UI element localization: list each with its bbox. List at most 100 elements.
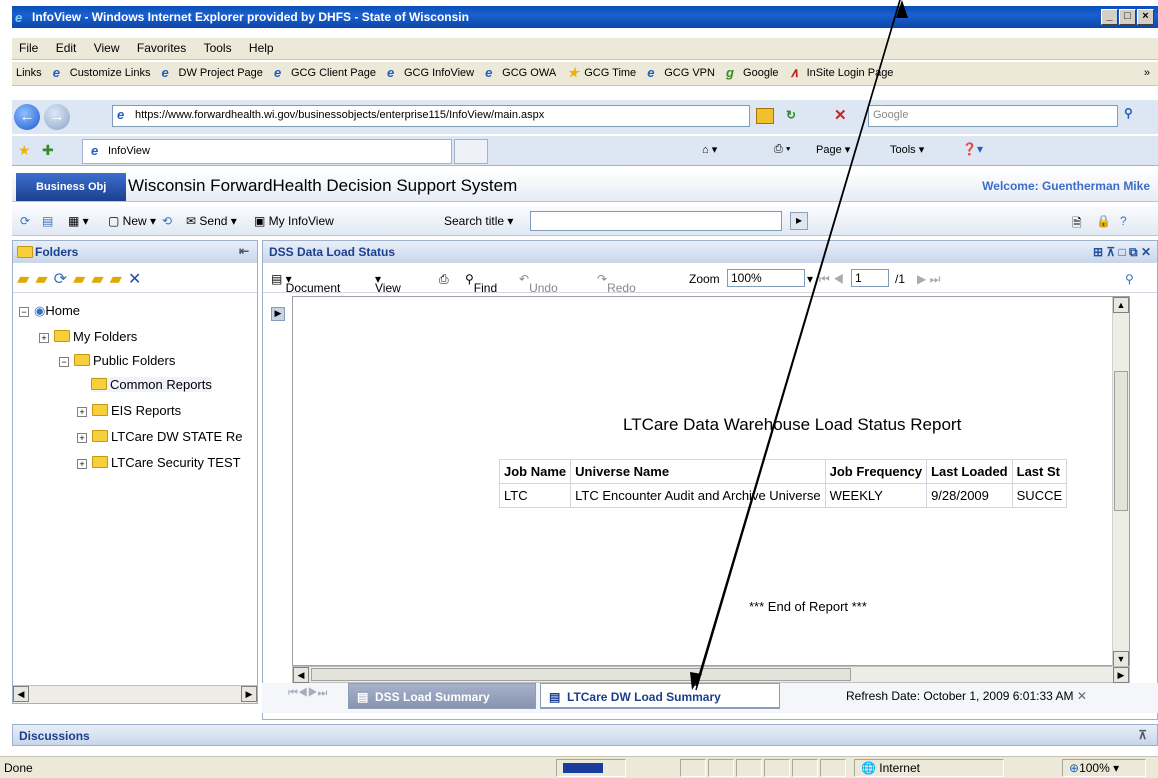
refresh-icon[interactable]: ⟳ — [20, 214, 30, 228]
document-menu[interactable]: ▤ Document ▾ — [271, 272, 340, 295]
link-gcg-time[interactable]: ★ GCG Time — [563, 62, 640, 85]
details-view-icon[interactable]: ▦ ▾ — [68, 214, 89, 228]
open-folder-icon[interactable]: ▰ — [35, 271, 53, 288]
search-icon[interactable]: ⚲ — [1125, 272, 1134, 286]
expand-icon[interactable]: + — [77, 407, 87, 417]
link-gcg-vpn[interactable]: e GCG VPN — [643, 62, 719, 85]
menu-favorites[interactable]: Favorites — [130, 38, 193, 58]
collapse-panel-icon[interactable]: ⇤ — [239, 244, 249, 258]
list-view-icon[interactable]: ▤ — [42, 214, 53, 228]
window-controls-icon[interactable]: ⊞ ⊼ □ ⧉ ✕ — [1093, 245, 1151, 260]
view-menu[interactable]: View ▾ — [375, 272, 401, 295]
folders-hscrollbar[interactable]: ◀ ▶ — [13, 685, 257, 703]
scroll-thumb[interactable] — [1114, 371, 1128, 511]
undo-button[interactable]: ↶ Undo — [519, 272, 558, 295]
link-gcg-infoview[interactable]: e GCG InfoView — [383, 62, 478, 85]
redo-button[interactable]: ↷ Redo — [597, 272, 636, 295]
page-menu[interactable]: Page ▾ — [816, 143, 850, 156]
link-customize[interactable]: e Customize Links — [49, 62, 155, 85]
refresh-folder-icon[interactable]: ⟳ — [54, 271, 73, 288]
forward-button[interactable]: → — [44, 104, 70, 130]
scroll-up-icon[interactable]: ▲ — [1113, 297, 1129, 313]
link-gcg-owa[interactable]: e GCG OWA — [481, 62, 560, 85]
url-field[interactable]: e https://www.forwardhealth.wi.gov/busine… — [112, 105, 750, 127]
help-icon[interactable]: ❓▾ — [962, 142, 983, 156]
zoom-indicator[interactable]: ⊕100% ▾ — [1062, 759, 1146, 777]
print-icon[interactable]: ⎙ ▾ — [774, 143, 790, 156]
expand-icon[interactable]: + — [77, 459, 87, 469]
tree-item-ltcare-dw-state[interactable]: + LTCare DW STATE Re — [77, 429, 242, 444]
scroll-down-icon[interactable]: ▼ — [1113, 651, 1129, 667]
expand-icon[interactable]: + — [39, 333, 49, 343]
refresh-icon[interactable]: ↻ — [786, 108, 796, 122]
first-page-icon[interactable]: ⏮ ◀ — [819, 272, 844, 287]
scroll-thumb[interactable] — [311, 668, 851, 681]
tab-infoview[interactable]: e InfoView — [82, 139, 452, 164]
discussions-bar[interactable]: Discussions ⊼ — [12, 724, 1158, 746]
tree-item-public-folders[interactable]: − Public Folders — [59, 353, 175, 368]
tab-nav-icon[interactable]: ⏮◀▶⏭ — [288, 687, 327, 700]
collapse-icon[interactable]: − — [19, 307, 29, 317]
new-button[interactable]: ▢ New ▾ — [108, 214, 156, 228]
delete-icon[interactable]: ✕ — [128, 271, 147, 288]
menu-view[interactable]: View — [87, 38, 127, 58]
close-icon[interactable]: ✕ — [1077, 689, 1087, 703]
report-vscrollbar[interactable]: ▲ ▼ — [1112, 297, 1129, 667]
expand-panel-icon[interactable]: ⊼ — [1138, 728, 1147, 742]
copy-folder-icon[interactable]: ▰ — [91, 271, 109, 288]
link-dw-project[interactable]: e DW Project Page — [158, 62, 267, 85]
print-icon[interactable]: ⎙ — [439, 272, 449, 287]
preferences-icon[interactable]: 🗎 — [1072, 214, 1082, 235]
search-icon[interactable]: ⚲ — [1124, 106, 1133, 120]
menu-edit[interactable]: Edit — [49, 38, 84, 58]
favorites-star-icon[interactable]: ★ — [18, 142, 31, 159]
zoom-select[interactable]: 100% — [727, 269, 805, 287]
zoom-dropdown-icon[interactable]: ▾ — [807, 272, 813, 286]
navigation-map-icon[interactable]: ▶ — [271, 307, 285, 321]
last-page-icon[interactable]: ▶ ⏭ — [917, 272, 940, 287]
tree-item-home[interactable]: − ◉Home — [19, 303, 80, 319]
expand-icon[interactable]: + — [77, 433, 87, 443]
tree-item-eis-reports[interactable]: + EIS Reports — [77, 403, 181, 418]
sync-icon[interactable]: ⟲ — [162, 214, 172, 228]
tree-item-my-folders[interactable]: + My Folders — [39, 329, 137, 344]
find-button[interactable]: ⚲ Find — [465, 272, 497, 295]
scroll-left-icon[interactable]: ◀ — [13, 686, 29, 702]
tab-ltcare-dw-load-summary[interactable]: ▤ LTCare DW Load Summary — [540, 683, 780, 709]
page-number-input[interactable]: 1 — [851, 269, 889, 287]
tools-menu[interactable]: Tools ▾ — [890, 143, 924, 156]
link-insite[interactable]: ∧ InSite Login Page — [786, 62, 898, 85]
stop-icon[interactable]: ✕ — [834, 106, 847, 124]
scroll-left-icon[interactable]: ◀ — [293, 667, 309, 683]
search-go-button[interactable]: ▸ — [790, 212, 808, 230]
search-title-dropdown[interactable]: Search title ▾ — [444, 214, 513, 228]
tree-item-common-reports[interactable]: Common Reports — [91, 377, 212, 392]
home-icon[interactable]: ⌂ ▾ — [702, 143, 717, 156]
collapse-icon[interactable]: − — [59, 357, 69, 367]
scroll-right-icon[interactable]: ▶ — [1113, 667, 1129, 683]
help-icon[interactable]: ? — [1120, 214, 1127, 228]
menu-tools[interactable]: Tools — [197, 38, 239, 58]
minimize-button[interactable]: _ — [1101, 9, 1118, 25]
new-folder-icon[interactable]: ▰ — [17, 271, 35, 288]
link-google[interactable]: g Google — [722, 62, 782, 85]
menu-help[interactable]: Help — [242, 38, 281, 58]
report-hscrollbar[interactable]: ◀ ▶ — [292, 666, 1130, 683]
scroll-right-icon[interactable]: ▶ — [241, 686, 257, 702]
link-gcg-client[interactable]: e GCG Client Page — [270, 62, 380, 85]
search-title-input[interactable] — [530, 211, 782, 231]
links-overflow-icon[interactable]: » — [1140, 62, 1154, 84]
menu-file[interactable]: File — [12, 38, 45, 58]
move-folder-icon[interactable]: ▰ — [110, 271, 128, 288]
tab-dss-load-summary[interactable]: ▤ DSS Load Summary — [348, 683, 536, 709]
new-tab-button[interactable] — [454, 139, 488, 164]
properties-icon[interactable]: ▰ — [73, 271, 91, 288]
tree-item-ltcare-security-test[interactable]: + LTCare Security TEST — [77, 455, 241, 470]
my-infoview-button[interactable]: ▣ My InfoView — [254, 214, 334, 228]
maximize-button[interactable]: □ — [1119, 9, 1136, 25]
close-button[interactable]: × — [1137, 9, 1154, 25]
send-button[interactable]: ✉ Send ▾ — [186, 214, 237, 228]
back-button[interactable]: ← — [14, 104, 40, 130]
lock-icon[interactable]: 🔒 — [1096, 214, 1111, 228]
search-input[interactable]: Google — [868, 105, 1118, 127]
